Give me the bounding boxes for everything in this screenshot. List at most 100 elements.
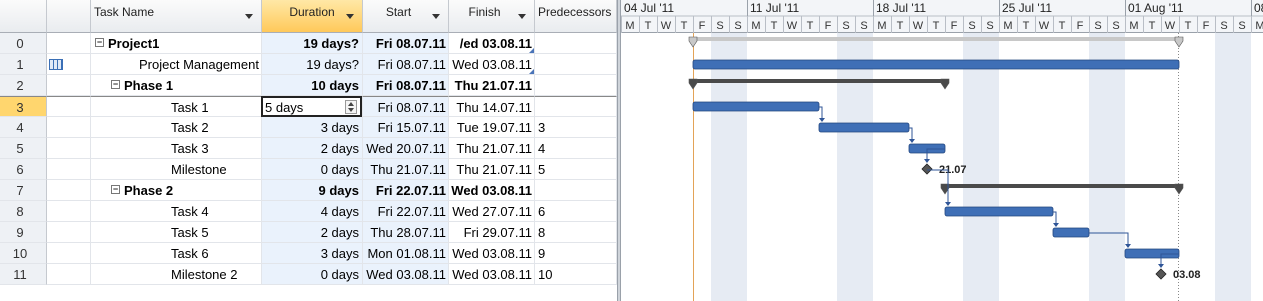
predecessors-cell[interactable]: 10: [535, 264, 617, 285]
start-cell[interactable]: Wed 03.08.11: [363, 264, 449, 285]
predecessors-cell[interactable]: 5: [535, 159, 617, 180]
predecessors-cell[interactable]: 6: [535, 201, 617, 222]
task-name-cell[interactable]: − Phase 1: [91, 75, 262, 96]
summary-bar[interactable]: [693, 79, 945, 83]
select-all-corner[interactable]: [0, 0, 47, 33]
predecessors-cell[interactable]: 3: [535, 117, 617, 138]
start-cell[interactable]: Fri 08.07.11: [363, 33, 449, 54]
finish-cell[interactable]: Thu 21.07.11: [449, 138, 535, 159]
start-cell[interactable]: Thu 21.07.11: [363, 159, 449, 180]
predecessors-cell[interactable]: 8: [535, 222, 617, 243]
duration-edit-field[interactable]: 5 days: [261, 96, 362, 117]
project-bar[interactable]: [693, 37, 1179, 41]
start-cell[interactable]: Fri 22.07.11: [363, 180, 449, 201]
duration-cell[interactable]: 4 days: [262, 201, 363, 222]
task-name-cell[interactable]: Milestone 2: [91, 264, 262, 285]
finish-cell[interactable]: Fri 29.07.11: [449, 222, 535, 243]
start-column-header[interactable]: Start: [363, 0, 449, 33]
duration-column-header[interactable]: Duration: [262, 0, 363, 33]
table-row[interactable]: 6 Milestone 0 days Thu 21.07.11 Thu 21.07.11…: [0, 159, 617, 180]
table-row[interactable]: 9 Task 5 2 days Thu 28.07.11 Fri 29.07.11 8: [0, 222, 617, 243]
duration-cell[interactable]: 0 days: [262, 264, 363, 285]
row-id[interactable]: 6: [0, 159, 47, 180]
task-name-cell[interactable]: Project Management: [91, 54, 262, 75]
task-name-cell[interactable]: Task 6: [91, 243, 262, 264]
table-row[interactable]: 2 − Phase 1 10 days Fri 08.07.11 Thu 21.07.11: [0, 75, 617, 96]
task-name-cell[interactable]: Task 3: [91, 138, 262, 159]
start-cell[interactable]: Mon 01.08.11: [363, 243, 449, 264]
table-row[interactable]: 5 Task 3 2 days Wed 20.07.11 Thu 21.07.11 4: [0, 138, 617, 159]
table-row[interactable]: 1 Project Management 19 days? Fri 08.07.11 W…: [0, 54, 617, 75]
start-cell[interactable]: Fri 22.07.11: [363, 201, 449, 222]
start-cell[interactable]: Fri 08.07.11: [363, 54, 449, 75]
summary-bar[interactable]: [945, 184, 1179, 188]
finish-cell[interactable]: Thu 14.07.11: [449, 96, 535, 117]
task-bar[interactable]: [692, 59, 1180, 70]
finish-cell[interactable]: Thu 21.07.11: [449, 159, 535, 180]
task-name-cell[interactable]: Task 4: [91, 201, 262, 222]
start-cell[interactable]: Fri 08.07.11: [363, 75, 449, 96]
predecessors-cell[interactable]: [535, 75, 617, 96]
start-cell[interactable]: Wed 20.07.11: [363, 138, 449, 159]
duration-cell[interactable]: 19 days?: [262, 54, 363, 75]
row-id[interactable]: 4: [0, 117, 47, 138]
duration-cell[interactable]: 3 days: [262, 117, 363, 138]
finish-cell[interactable]: Wed 03.08.11: [449, 54, 535, 75]
start-cell[interactable]: Fri 15.07.11: [363, 117, 449, 138]
duration-spinner[interactable]: [345, 100, 357, 114]
finish-cell[interactable]: Wed 27.07.11: [449, 201, 535, 222]
chevron-down-icon[interactable]: [518, 14, 526, 19]
task-name-cell[interactable]: − Project1: [91, 33, 262, 54]
row-id[interactable]: 9: [0, 222, 47, 243]
table-row[interactable]: 3Task 15 daysFri 08.07.11Thu 14.07.115 d…: [0, 96, 617, 117]
row-id[interactable]: 11: [0, 264, 47, 285]
task-name-column-header[interactable]: Task Name: [91, 0, 262, 33]
row-id[interactable]: 3: [0, 96, 47, 117]
task-name-cell[interactable]: Task 1: [91, 96, 262, 117]
finish-cell[interactable]: Wed 03.08.11: [449, 243, 535, 264]
table-row[interactable]: 7 − Phase 29 days Fri 22.07.11 Wed 03.08.11: [0, 180, 617, 201]
duration-cell[interactable]: 0 days: [262, 159, 363, 180]
row-id[interactable]: 5: [0, 138, 47, 159]
task-name-cell[interactable]: Task 2: [91, 117, 262, 138]
row-id[interactable]: 8: [0, 201, 47, 222]
duration-cell[interactable]: 19 days?: [262, 33, 363, 54]
chevron-down-icon[interactable]: [432, 14, 440, 19]
spin-down-icon[interactable]: [348, 108, 354, 112]
table-row[interactable]: 4 Task 2 3 days Fri 15.07.11 Tue 19.07.11 3: [0, 117, 617, 138]
row-id[interactable]: 7: [0, 180, 47, 201]
indicators-column-header[interactable]: i: [47, 0, 122, 33]
task-bar[interactable]: [944, 206, 1054, 217]
task-name-cell[interactable]: − Phase 2: [91, 180, 262, 201]
predecessors-column-header[interactable]: Predecessors: [535, 0, 617, 33]
collapse-toggle-icon[interactable]: −: [111, 185, 120, 194]
duration-cell[interactable]: 3 days: [262, 243, 363, 264]
row-id[interactable]: 0: [0, 33, 47, 54]
task-name-cell[interactable]: Task 5: [91, 222, 262, 243]
table-row[interactable]: 8 Task 4 4 days Fri 22.07.11 Wed 27.07.11 6: [0, 201, 617, 222]
task-bar[interactable]: [692, 101, 820, 112]
finish-cell[interactable]: Wed 03.08.11: [449, 180, 535, 201]
table-row[interactable]: 10 Task 6 3 days Mon 01.08.11 Wed 03.08.11 9: [0, 243, 617, 264]
collapse-toggle-icon[interactable]: −: [111, 80, 120, 89]
duration-cell[interactable]: 9 days: [262, 180, 363, 201]
row-id[interactable]: 2: [0, 75, 47, 96]
predecessors-cell[interactable]: [535, 54, 617, 75]
finish-cell[interactable]: Thu 21.07.11: [449, 75, 535, 96]
chevron-down-icon[interactable]: [346, 14, 354, 19]
predecessors-cell[interactable]: [535, 33, 617, 54]
chevron-down-icon[interactable]: [245, 14, 253, 19]
row-id[interactable]: 1: [0, 54, 47, 75]
table-row[interactable]: 0− Project1 19 days? Fri 08.07.11/ed 03.08.…: [0, 33, 617, 54]
spin-up-icon[interactable]: [348, 102, 354, 106]
table-row[interactable]: 11 Milestone 20 days Wed 03.08.11 Wed 03.08…: [0, 264, 617, 285]
finish-cell[interactable]: Wed 03.08.11: [449, 264, 535, 285]
finish-column-header[interactable]: Finish: [449, 0, 535, 33]
start-cell[interactable]: Thu 28.07.11: [363, 222, 449, 243]
task-bar[interactable]: [818, 122, 910, 133]
finish-cell[interactable]: Tue 19.07.11: [449, 117, 535, 138]
milestone-diamond[interactable]: [1155, 268, 1167, 280]
duration-cell[interactable]: 10 days: [262, 75, 363, 96]
predecessors-cell[interactable]: 9: [535, 243, 617, 264]
task-name-cell[interactable]: Milestone: [91, 159, 262, 180]
